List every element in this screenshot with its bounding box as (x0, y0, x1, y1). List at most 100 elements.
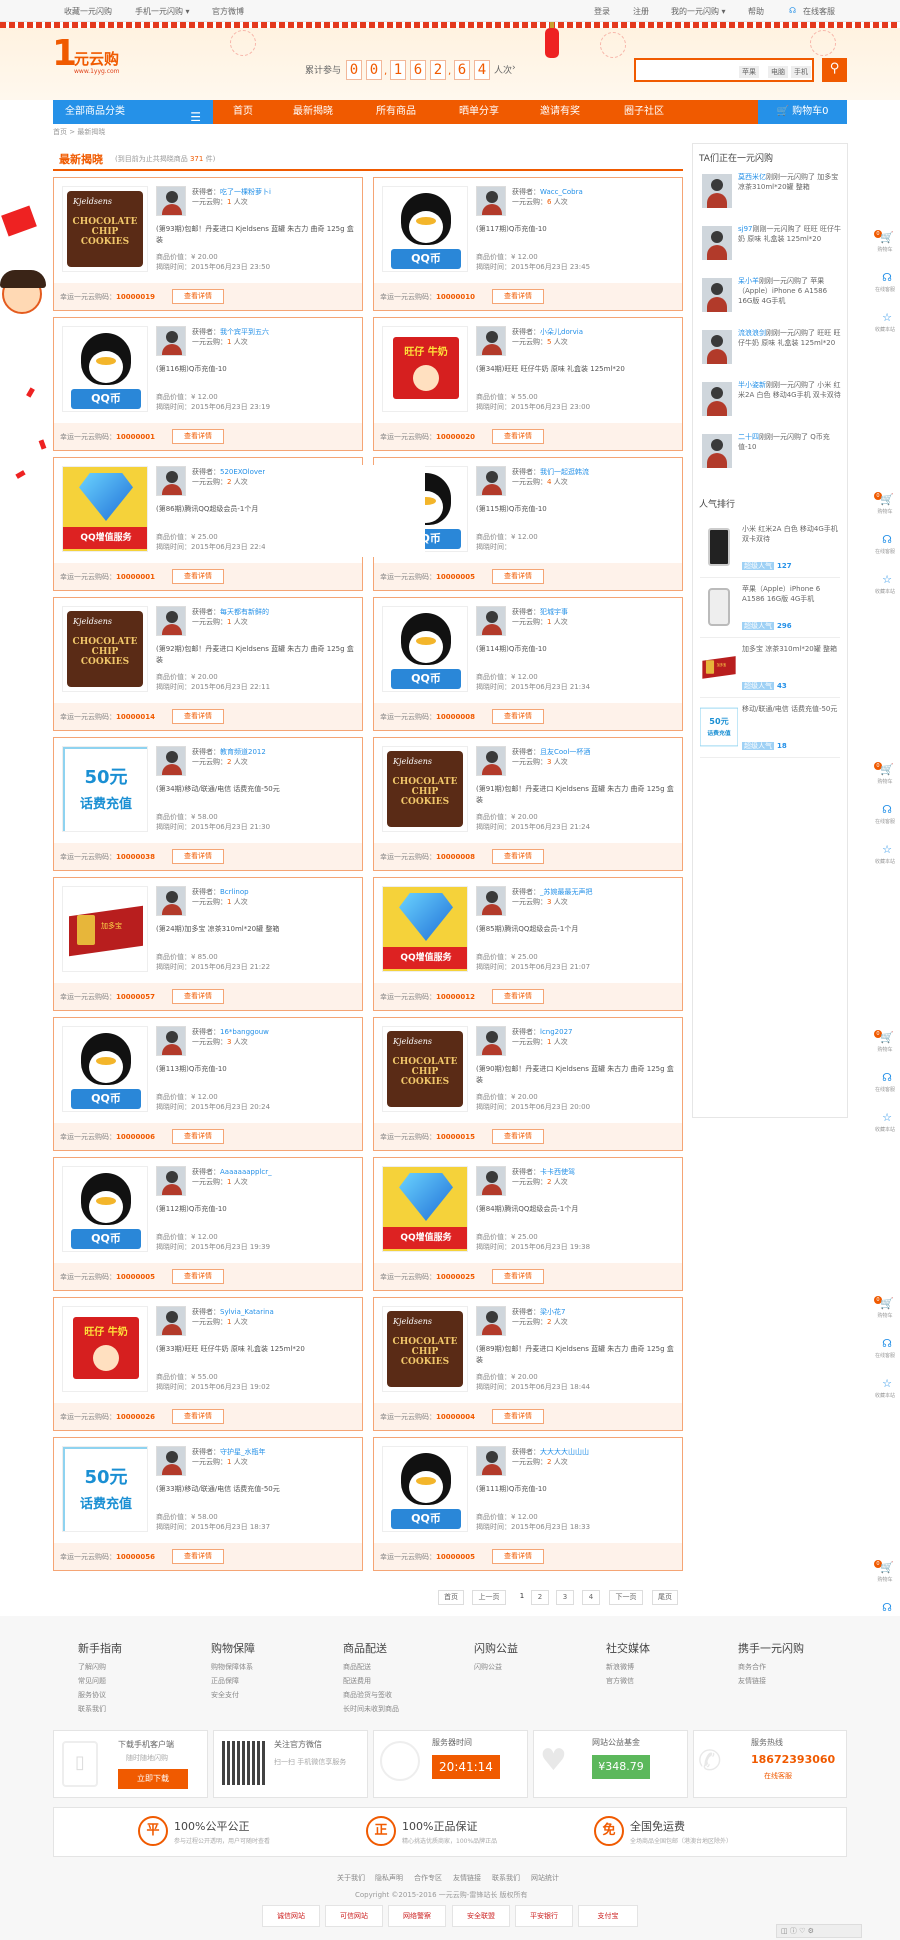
winner-name[interactable]: 每天都有新鲜的 (220, 608, 269, 616)
footer-bottom-link[interactable]: 隐私声明 (375, 1873, 403, 1883)
winner-avatar[interactable] (476, 186, 506, 216)
float-favorite-button[interactable]: ☆ 收藏本站 (870, 842, 900, 870)
page-button[interactable]: 2 (531, 1590, 549, 1605)
footer-link[interactable]: 了解闪购 (78, 1662, 106, 1672)
popular-title[interactable]: 加多宝 凉茶310ml*20罐 整箱 (742, 644, 838, 654)
footer-link[interactable]: 常见问题 (78, 1676, 106, 1686)
page-button[interactable]: 4 (582, 1590, 600, 1605)
winner-name[interactable]: Bcrlinop (220, 888, 249, 896)
winner-name[interactable]: 守护星_水瓶年 (220, 1448, 266, 1456)
view-details-button[interactable]: 查看详情 (172, 1269, 224, 1284)
cart-button[interactable]: 🛒 购物车0 (758, 100, 847, 124)
product-image[interactable]: 加多宝 (62, 886, 148, 972)
footer-link[interactable]: 商务合作 (738, 1662, 766, 1672)
winner-name[interactable]: 我个宾平到五六 (220, 328, 269, 336)
product-image[interactable]: Kjeldsens CHOCOLATE CHIP COOKIES (382, 1306, 468, 1392)
nav-latest[interactable]: 最新揭晓 (293, 100, 333, 124)
buyer-avatar[interactable] (702, 174, 732, 208)
footer-bottom-link[interactable]: 友情链接 (453, 1873, 481, 1883)
search-tag[interactable]: 苹果 (739, 66, 759, 78)
cert-badge[interactable]: 平安银行 (515, 1905, 573, 1927)
online-service-link[interactable]: 在线客服 (764, 1771, 792, 1781)
footer-link[interactable]: 配送费用 (343, 1676, 371, 1686)
product-title[interactable]: (第93期)包邮！丹麦进口 Kjeldsens 蓝罐 朱古力 曲奇 125g 盒… (156, 224, 356, 246)
footer-link[interactable]: 新浪微博 (606, 1662, 634, 1672)
product-image[interactable]: QQ增值服务 (382, 886, 468, 972)
page-button[interactable]: 下一页 (609, 1590, 643, 1605)
winner-name[interactable]: 大大大大山山山 (540, 1448, 589, 1456)
footer-link[interactable]: 闪购公益 (474, 1662, 502, 1672)
product-title[interactable]: (第85期)腾讯QQ超级会员-1个月 (476, 924, 676, 946)
product-title[interactable]: (第34期)旺旺 旺仔牛奶 原味 礼盒装 125ml*20 (476, 364, 676, 386)
footer-link[interactable]: 联系我们 (78, 1704, 106, 1714)
nav-home[interactable]: 首页 (233, 100, 253, 124)
winner-avatar[interactable] (156, 886, 186, 916)
buyer-name[interactable]: sj97 (738, 225, 753, 233)
buyer-avatar[interactable] (702, 226, 732, 260)
float-service-button[interactable]: ☊ 在线客服 (870, 1070, 900, 1098)
winner-name[interactable]: Sylvia_Katarina (220, 1308, 274, 1316)
winner-name[interactable]: lcng2027 (540, 1028, 573, 1036)
popular-title[interactable]: 移动/联通/电信 话费充值-50元 (742, 704, 838, 714)
view-details-button[interactable]: 查看详情 (172, 989, 224, 1004)
footer-link[interactable]: 正品保障 (211, 1676, 239, 1686)
winner-avatar[interactable] (476, 1446, 506, 1476)
page-button[interactable]: 尾页 (652, 1590, 678, 1605)
winner-name[interactable]: 520EXOloverly (220, 468, 271, 476)
winner-name[interactable]: 教育频道2012 (220, 748, 266, 756)
winner-avatar[interactable] (156, 326, 186, 356)
product-image[interactable]: QQ币 (382, 1446, 468, 1532)
page-button[interactable]: 上一页 (472, 1590, 506, 1605)
winner-name[interactable]: 且友Cool一杯酒 (540, 748, 590, 756)
product-image[interactable]: 旺仔 牛奶 (62, 1306, 148, 1392)
view-details-button[interactable]: 查看详情 (492, 1549, 544, 1564)
float-cart-button[interactable]: 0 🛒 购物车 (870, 762, 900, 790)
popular-item[interactable]: 50元 话费充值 移动/联通/电信 话费充值-50元 超级人气 18 (700, 702, 840, 758)
float-service-button[interactable]: ☊ 在线客服 (870, 802, 900, 830)
register-link[interactable]: 注册 (633, 6, 649, 17)
float-service-button[interactable]: ☊ 在线客服 (870, 1336, 900, 1364)
login-link[interactable]: 登录 (594, 6, 610, 17)
winner-avatar[interactable] (476, 1026, 506, 1056)
winner-name[interactable]: 犯城宇事 (540, 608, 568, 616)
winner-name[interactable]: Aaaaaaapplcr_ (220, 1168, 272, 1176)
popular-title[interactable]: 苹果（Apple）iPhone 6 A1586 16G版 4G手机 (742, 584, 838, 604)
view-details-button[interactable]: 查看详情 (492, 289, 544, 304)
float-favorite-button[interactable]: ☆ 收藏本站 (870, 1376, 900, 1404)
buyer-avatar[interactable] (702, 382, 732, 416)
nav-community[interactable]: 圈子社区 (624, 100, 664, 124)
float-cart-button[interactable]: 0 🛒 购物车 (870, 492, 900, 520)
winner-name[interactable]: 我们一起逛韩流 (540, 468, 589, 476)
popular-title[interactable]: 小米 红米2A 白色 移动4G手机 双卡双待 (742, 524, 838, 544)
product-title[interactable]: (第115期)Q币充值-10 (476, 504, 676, 526)
footer-bottom-link[interactable]: 联系我们 (492, 1873, 520, 1883)
product-image[interactable]: 旺仔 牛奶 (382, 326, 468, 412)
cert-badge[interactable]: 可信网站 (325, 1905, 383, 1927)
buyer-avatar[interactable] (702, 434, 732, 468)
my-account-link[interactable]: 我的一元闪购 ▾ (671, 6, 726, 17)
cert-badge[interactable]: 网络警察 (388, 1905, 446, 1927)
page-button[interactable]: 首页 (438, 1590, 464, 1605)
product-title[interactable]: (第90期)包邮！丹麦进口 Kjeldsens 蓝罐 朱古力 曲奇 125g 盒… (476, 1064, 676, 1086)
footer-bottom-link[interactable]: 合作专区 (414, 1873, 442, 1883)
site-logo[interactable]: 1 元云购 www.1yyg.com (52, 34, 128, 80)
buyer-name[interactable]: 呆小羊 (738, 277, 759, 285)
winner-avatar[interactable] (476, 886, 506, 916)
winner-name[interactable]: _苏婉最最无声把 (540, 888, 593, 896)
float-cart-button[interactable]: 0 🛒 购物车 (870, 230, 900, 258)
footer-link[interactable]: 商品验货与签收 (343, 1690, 392, 1700)
page-button[interactable]: 3 (556, 1590, 574, 1605)
view-details-button[interactable]: 查看详情 (172, 429, 224, 444)
all-categories-button[interactable]: 全部商品分类 ☰ (53, 100, 213, 124)
buyer-avatar[interactable] (702, 278, 732, 312)
product-title[interactable]: (第117期)Q币充值-10 (476, 224, 676, 246)
buyer-avatar[interactable] (702, 330, 732, 364)
product-image[interactable]: QQ币 (62, 326, 148, 412)
view-details-button[interactable]: 查看详情 (172, 1549, 224, 1564)
product-title[interactable]: (第33期)移动/联通/电信 话费充值-50元 (156, 1484, 356, 1506)
view-details-button[interactable]: 查看详情 (492, 709, 544, 724)
winner-avatar[interactable] (476, 606, 506, 636)
float-service-button[interactable]: ☊ 在线客服 (870, 270, 900, 298)
footer-bottom-link[interactable]: 关于我们 (337, 1873, 365, 1883)
product-title[interactable]: (第114期)Q币充值-10 (476, 644, 676, 666)
